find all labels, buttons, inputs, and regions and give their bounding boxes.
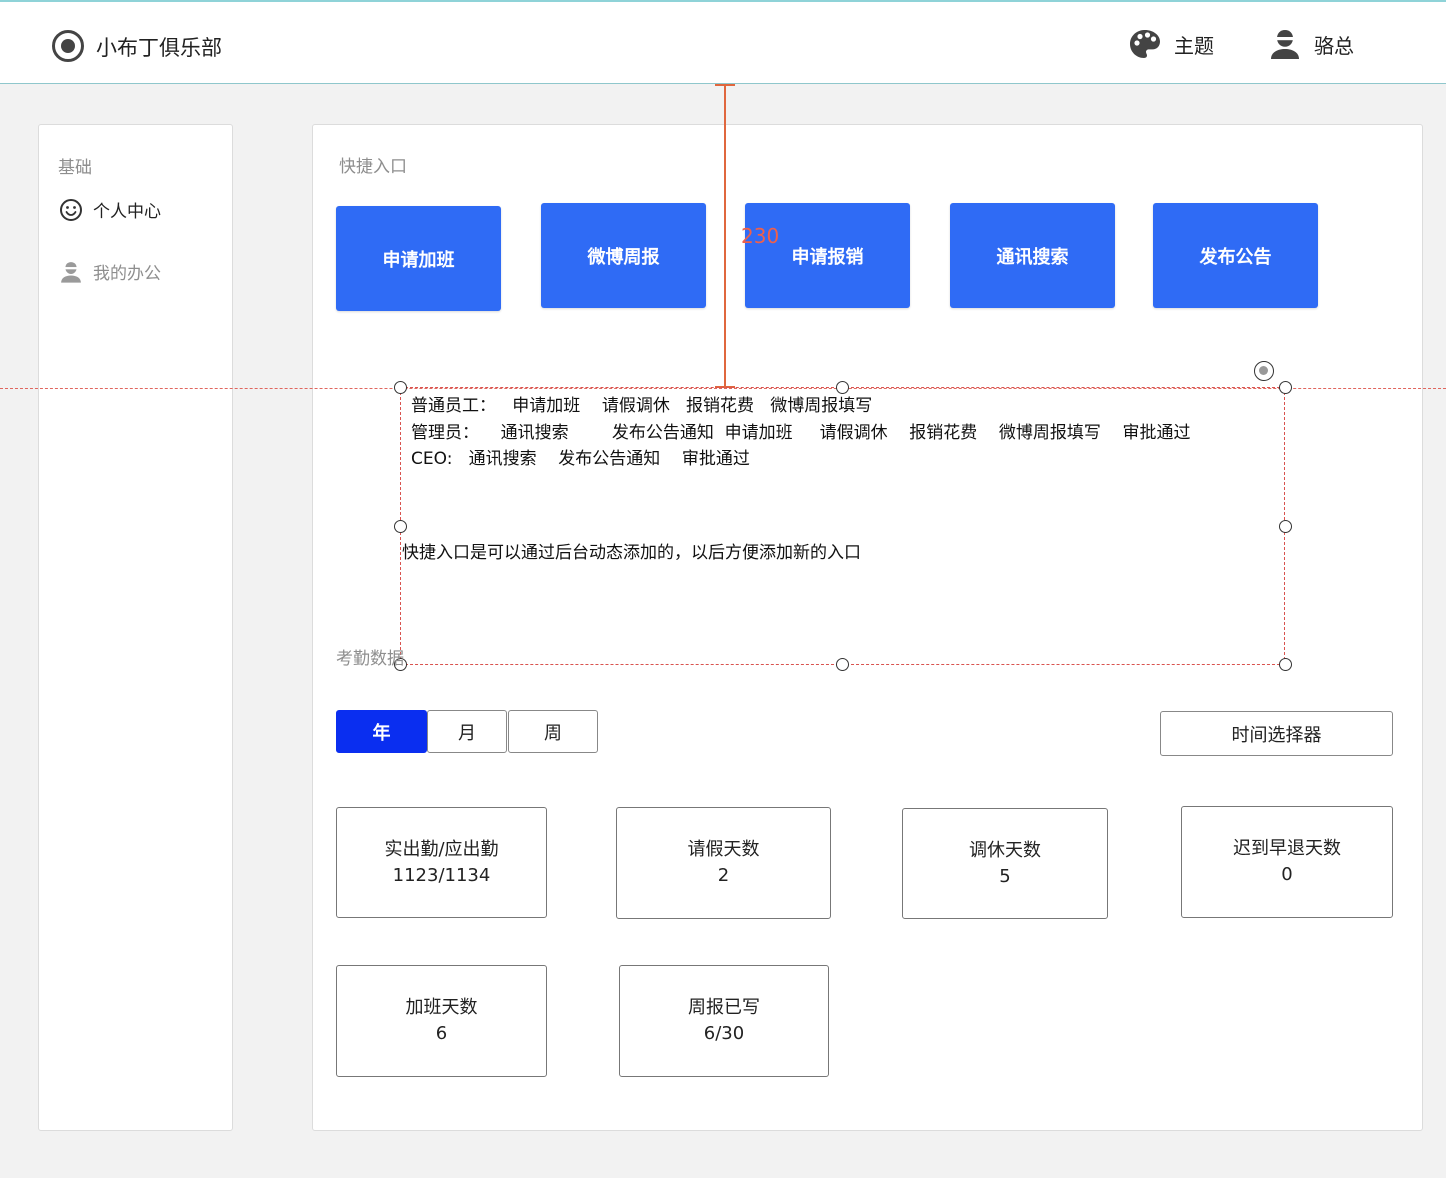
measure-label: 230 — [741, 224, 780, 248]
top-header: 小布丁俱乐部 主题 骆总 — [0, 0, 1446, 84]
stat-value: 1123/1134 — [392, 864, 491, 886]
user-name: 骆总 — [1314, 33, 1354, 58]
theme-label: 主题 — [1174, 33, 1214, 58]
stat-title: 周报已写 — [688, 997, 760, 1018]
time-picker[interactable]: 时间选择器 — [1160, 711, 1393, 756]
stat-title: 调休天数 — [969, 839, 1041, 861]
stat-title: 加班天数 — [405, 997, 478, 1018]
rotate-handle[interactable] — [1254, 361, 1274, 381]
stat-card-late-early: 迟到早退天数 0 — [1181, 806, 1393, 918]
tab-year[interactable]: 年 — [336, 710, 427, 753]
quick-button-contact-search[interactable]: 通讯搜索 — [950, 203, 1115, 308]
sidebar: 基础 个人中心 我的办公 — [38, 124, 233, 1131]
quick-entry-title: 快捷入口 — [339, 157, 407, 177]
smiley-icon — [60, 198, 82, 221]
stat-card-overtime: 加班天数 6 — [336, 965, 547, 1077]
palette-icon — [1130, 30, 1160, 58]
resize-handle-bottom-right[interactable] — [1279, 658, 1292, 671]
quick-button-reimbursement[interactable]: 申请报销 — [745, 203, 910, 308]
stat-card-time-off: 调休天数 5 — [902, 808, 1108, 919]
theme-button[interactable]: 主题 — [1128, 26, 1214, 62]
sidebar-item-label: 我的办公 — [93, 264, 161, 284]
user-icon — [61, 261, 81, 283]
app-name: 小布丁俱乐部 — [96, 36, 222, 60]
resize-handle-top[interactable] — [836, 381, 849, 394]
resize-handle-top-left[interactable] — [394, 381, 407, 394]
resize-handle-top-right[interactable] — [1279, 381, 1292, 394]
attendance-title: 考勤数据 — [336, 649, 404, 669]
quick-button-publish-notice[interactable]: 发布公告 — [1153, 203, 1318, 308]
resize-handle-bottom[interactable] — [836, 658, 849, 671]
tab-month[interactable]: 月 — [427, 710, 507, 753]
annotation-line-ceo: CEO: 通讯搜索 发布公告通知 审批通过 — [411, 449, 750, 469]
stat-value: 0 — [1281, 864, 1293, 885]
sidebar-item-my-office[interactable]: 我的办公 — [59, 259, 161, 284]
stat-value: 6 — [435, 1023, 448, 1044]
sidebar-item-label: 个人中心 — [93, 202, 161, 222]
quick-button-weibo-weekly[interactable]: 微博周报 — [541, 203, 706, 308]
measure-line — [724, 84, 726, 388]
stat-title: 迟到早退天数 — [1233, 838, 1341, 859]
annotation-line-manager: 管理员： 通讯搜索 发布公告通知 申请加班 请假调休 报销花费 微博周报填写 审… — [411, 423, 1191, 443]
stat-card-attendance: 实出勤/应出勤 1123/1134 — [336, 807, 547, 918]
stat-title: 请假天数 — [687, 839, 760, 860]
quick-button-apply-overtime[interactable]: 申请加班 — [336, 206, 501, 311]
stat-card-leave: 请假天数 2 — [616, 807, 831, 919]
logo-icon — [52, 30, 84, 62]
user-icon — [1271, 30, 1299, 59]
sidebar-item-personal-center[interactable]: 个人中心 — [59, 197, 161, 222]
annotation-line-staff: 普通员工： 申请加班 请假调休 报销花费 微博周报填写 — [411, 396, 873, 416]
annotation-note: 快捷入口是可以通过后台动态添加的，以后方便添加新的入口 — [402, 543, 861, 563]
sidebar-group-title: 基础 — [58, 158, 92, 178]
stat-card-weekly-report: 周报已写 6/30 — [619, 965, 829, 1077]
measure-cap-top — [715, 84, 735, 86]
stat-value: 6/30 — [703, 1023, 745, 1044]
stat-title: 实出勤/应出勤 — [384, 838, 499, 860]
stat-value: 2 — [717, 865, 730, 886]
stat-value: 5 — [999, 865, 1011, 887]
tab-week[interactable]: 周 — [508, 710, 598, 753]
resize-handle-left[interactable] — [394, 520, 407, 533]
resize-handle-right[interactable] — [1279, 520, 1292, 533]
user-menu[interactable]: 骆总 — [1268, 26, 1354, 62]
